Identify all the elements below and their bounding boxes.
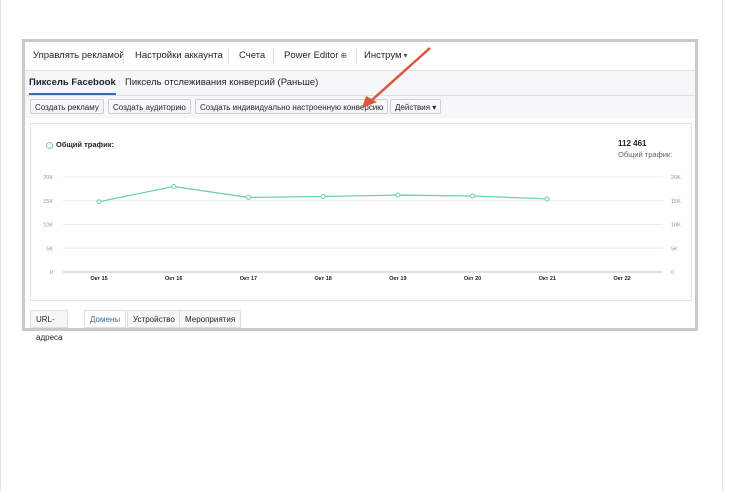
screenshot-frame: Управлять рекламой Настройки аккаунта Сч… xyxy=(22,39,698,342)
data-point xyxy=(470,193,476,199)
page-border-left xyxy=(0,0,1,491)
x-tick-label: Окт 15 xyxy=(90,276,107,282)
x-tick-label: Окт 19 xyxy=(389,276,406,282)
nav-separator xyxy=(273,48,274,64)
y-tick-label-right: 0 xyxy=(671,270,674,276)
actions-dropdown[interactable]: Действия ▾ xyxy=(390,99,442,114)
data-point xyxy=(245,194,251,200)
tab-events[interactable]: Мероприятия xyxy=(179,310,242,328)
data-point xyxy=(320,193,326,199)
x-tick-label: Окт 20 xyxy=(464,276,481,282)
create-custom-conversion-button[interactable]: Создать индивидуально настроенную конвер… xyxy=(195,99,389,114)
nav-separator xyxy=(228,48,229,64)
chevron-down-icon: ▾ xyxy=(432,103,437,112)
nav-account-settings[interactable]: Настройки аккаунта xyxy=(129,42,229,70)
y-tick-label-left: 0 xyxy=(50,270,53,276)
y-tick-label-right: 10K xyxy=(671,223,681,229)
data-point xyxy=(544,196,550,202)
tab-domains[interactable]: Домены xyxy=(84,310,127,328)
tab-facebook-pixel[interactable]: Пиксель Facebook xyxy=(29,71,116,95)
x-tick-label: Окт 21 xyxy=(539,276,556,282)
y-tick-label-right: 15K xyxy=(671,199,681,205)
data-point xyxy=(171,184,177,189)
nav-power-editor[interactable]: Power Editor ⊕ xyxy=(278,42,353,70)
x-tick-label: Окт 22 xyxy=(613,276,630,282)
y-tick-label-left: 10K xyxy=(43,223,53,229)
tab-url[interactable]: URL-адреса xyxy=(30,310,69,342)
nav-manage-ads-label: Управлять рекламой xyxy=(33,50,125,61)
nav-tools-label: Инструм xyxy=(364,50,402,61)
nav-power-editor-label: Power Editor xyxy=(284,50,339,61)
nav-manage-ads[interactable]: Управлять рекламой xyxy=(27,42,131,70)
y-tick-label-right: 20K xyxy=(671,175,681,181)
traffic-line-chart: 0 0 5K 5K 10K 10K 15K 15K 20K 20K Окт 15 Окт 16 Окт … xyxy=(43,175,681,282)
toolbar: Создать рекламу Создать аудиторию Создат… xyxy=(25,96,695,118)
data-point xyxy=(395,192,401,198)
nav-separator xyxy=(123,48,124,64)
x-tick-label: Окт 16 xyxy=(165,276,182,282)
traffic-chart-card: Общий трафик: 112 461 Общий трафик: 0 0 5K… xyxy=(30,123,692,301)
y-tick-label-left: 15K xyxy=(43,199,53,205)
nav-billing[interactable]: Счета xyxy=(233,42,271,70)
nav-tools[interactable]: Инструм ▾ xyxy=(358,42,414,70)
add-icon: ⊕ xyxy=(340,51,348,60)
y-tick-label-right: 5K xyxy=(671,246,678,252)
x-tick-label: Окт 17 xyxy=(240,276,257,282)
tab-conversion-pixel[interactable]: Пиксель отслеживания конверсий (Раньше) xyxy=(125,71,318,95)
nav-billing-label: Счета xyxy=(239,50,266,61)
nav-account-settings-label: Настройки аккаунта xyxy=(135,50,223,61)
actions-dropdown-label: Действия xyxy=(395,103,431,112)
tab-device[interactable]: Устройство xyxy=(127,310,181,328)
y-tick-label-left: 5K xyxy=(46,246,53,252)
create-audience-button[interactable]: Создать аудиторию xyxy=(108,99,191,114)
chevron-down-icon: ▾ xyxy=(403,51,408,60)
create-ad-button[interactable]: Создать рекламу xyxy=(30,99,104,114)
y-tick-label-left: 20K xyxy=(43,175,53,181)
page-border-right xyxy=(722,0,723,491)
data-point xyxy=(96,199,102,205)
pixel-tabs: Пиксель Facebook Пиксель отслеживания ко… xyxy=(25,71,695,96)
top-navigation: Управлять рекламой Настройки аккаунта Сч… xyxy=(25,42,695,71)
nav-separator xyxy=(356,48,357,64)
x-tick-label: Окт 18 xyxy=(314,276,331,282)
